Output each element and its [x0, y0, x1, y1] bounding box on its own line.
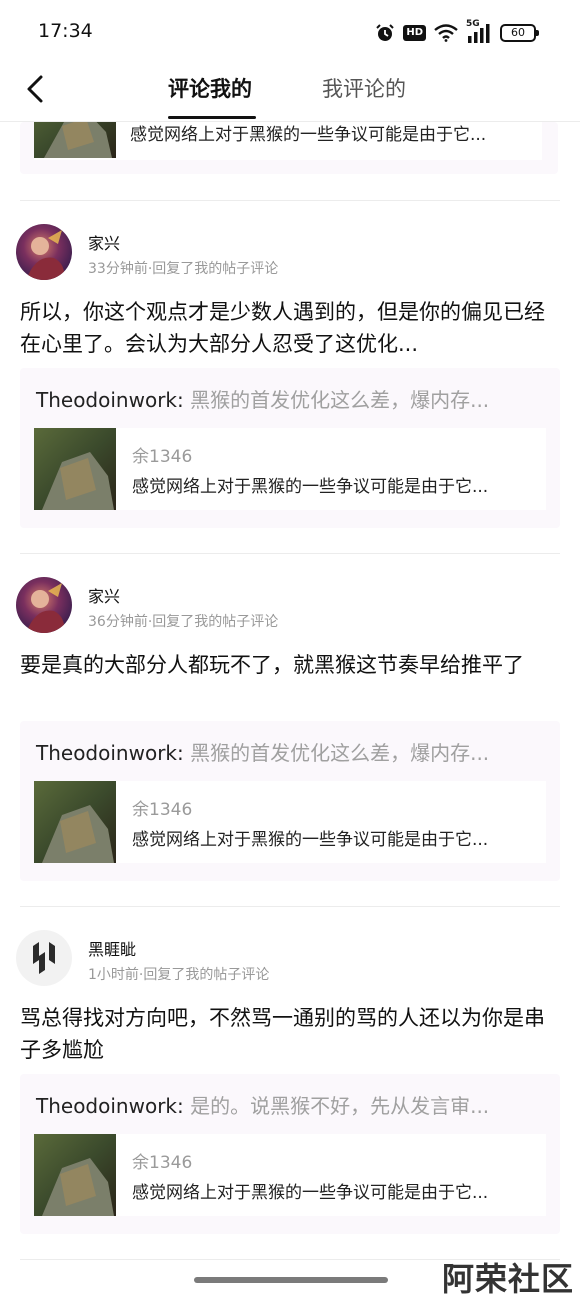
tab-comments-to-me[interactable]: 评论我的 [168, 74, 252, 104]
post-thumbnail [34, 122, 116, 158]
status-icons: HD 5G 60 [375, 19, 539, 46]
back-button[interactable] [18, 72, 52, 106]
post-card[interactable]: 余1346 感觉网络上对于黑猴的一些争议可能是由于它... [34, 781, 546, 863]
post-card[interactable]: 余1346 感觉网络上对于黑猴的一些争议可能是由于它... [34, 1134, 546, 1216]
post-thumbnail [34, 781, 116, 863]
reply-quote: 黑猴的首发优化这么差，爆内存... [190, 388, 490, 412]
comment-item[interactable]: 家兴 36分钟前·回复了我的帖子评论 要是真的大部分人都玩不了，就黑猴这节奏早给… [0, 577, 580, 897]
avatar[interactable] [16, 224, 72, 280]
hd-icon: HD [403, 25, 426, 41]
post-card[interactable]: 余1346 感觉网络上对于黑猴的一些争议可能是由于它... [34, 428, 546, 510]
reply-line: Theodoinwork: 黑猴的首发优化这么差，爆内存... [36, 384, 489, 413]
battery-icon: 60 [500, 24, 539, 42]
comment-item[interactable]: 黑睚眦 1小时前·回复了我的帖子评论 骂总得找对方向吧，不然骂一通别的骂的人还以… [0, 930, 580, 1250]
reply-card[interactable]: Theodoinwork: 是的。说黑猴不好，先从发言审... 余1346 感觉… [20, 1074, 560, 1234]
username[interactable]: 黑睚眦 [88, 936, 136, 960]
wifi-icon [434, 24, 458, 42]
comment-item[interactable]: 家兴 33分钟前·回复了我的帖子评论 所以，你这个观点才是少数人遇到的，但是你的… [0, 224, 580, 544]
active-tab-indicator [168, 116, 256, 119]
comment-body[interactable]: 要是真的大部分人都玩不了，就黑猴这节奏早给推平了 [20, 649, 560, 681]
reply-line: Theodoinwork: 黑猴的首发优化这么差，爆内存... [36, 737, 489, 766]
username[interactable]: 家兴 [88, 230, 120, 254]
reply-author: Theodoinwork: [36, 1094, 184, 1118]
comment-body[interactable]: 骂总得找对方向吧，不然骂一通别的骂的人还以为你是串子多尴尬 [20, 1002, 560, 1066]
comment-meta: 36分钟前·回复了我的帖子评论 [88, 614, 279, 630]
reply-author: Theodoinwork: [36, 388, 184, 412]
divider [20, 906, 560, 907]
comment-meta: 1小时前·回复了我的帖子评论 [88, 967, 270, 983]
username[interactable]: 家兴 [88, 583, 120, 607]
post-author: 余1346 [132, 1153, 193, 1173]
partial-post-card[interactable]: 感觉网络上对于黑猴的一些争议可能是由于它... [20, 122, 558, 174]
comment-meta: 33分钟前·回复了我的帖子评论 [88, 261, 279, 277]
signal-icon: 5G [466, 19, 492, 44]
hero-avatar-icon [16, 224, 72, 280]
chevron-left-icon [27, 75, 43, 103]
partial-post-inner: 感觉网络上对于黑猴的一些争议可能是由于它... [34, 122, 542, 160]
reply-card[interactable]: Theodoinwork: 黑猴的首发优化这么差，爆内存... 余1346 感觉… [20, 721, 560, 881]
avatar[interactable] [16, 930, 72, 986]
nav-bar: 评论我的 我评论的 [0, 60, 580, 119]
watermark-text: 阿荣社区 [441, 1260, 574, 1295]
status-bar: 17:34 HD 5G 60 [0, 0, 580, 60]
reply-line: Theodoinwork: 是的。说黑猴不好，先从发言审... [36, 1090, 489, 1119]
comment-body[interactable]: 所以，你这个观点才是少数人遇到的，但是你的偏见已经在心里了。会认为大部分人忍受了… [20, 296, 560, 360]
reply-author: Theodoinwork: [36, 741, 184, 765]
post-author: 余1346 [132, 800, 193, 820]
post-author: 余1346 [132, 447, 193, 467]
post-title: 感觉网络上对于黑猴的一些争议可能是由于它... [132, 1183, 489, 1203]
home-indicator[interactable] [194, 1277, 388, 1283]
reply-card[interactable]: Theodoinwork: 黑猴的首发优化这么差，爆内存... 余1346 感觉… [20, 368, 560, 528]
post-thumbnail [34, 1134, 116, 1216]
post-title: 感觉网络上对于黑猴的一些争议可能是由于它... [132, 477, 489, 497]
alarm-icon [376, 24, 395, 41]
partial-post-title: 感觉网络上对于黑猴的一些争议可能是由于它... [130, 125, 487, 145]
brand-logo-icon [33, 942, 55, 974]
reply-quote: 是的。说黑猴不好，先从发言审... [190, 1094, 490, 1118]
divider [20, 200, 560, 201]
tab-my-comments[interactable]: 我评论的 [322, 74, 406, 104]
post-title: 感觉网络上对于黑猴的一些争议可能是由于它... [132, 830, 489, 850]
post-thumbnail [34, 428, 116, 510]
comment-feed[interactable]: 感觉网络上对于黑猴的一些争议可能是由于它... 家兴 33分钟前·回复了我的帖子… [0, 122, 580, 1272]
hero-avatar-icon [16, 577, 72, 633]
status-time: 17:34 [38, 20, 93, 42]
reply-quote: 黑猴的首发优化这么差，爆内存... [190, 741, 490, 765]
avatar[interactable] [16, 577, 72, 633]
divider [20, 553, 560, 554]
